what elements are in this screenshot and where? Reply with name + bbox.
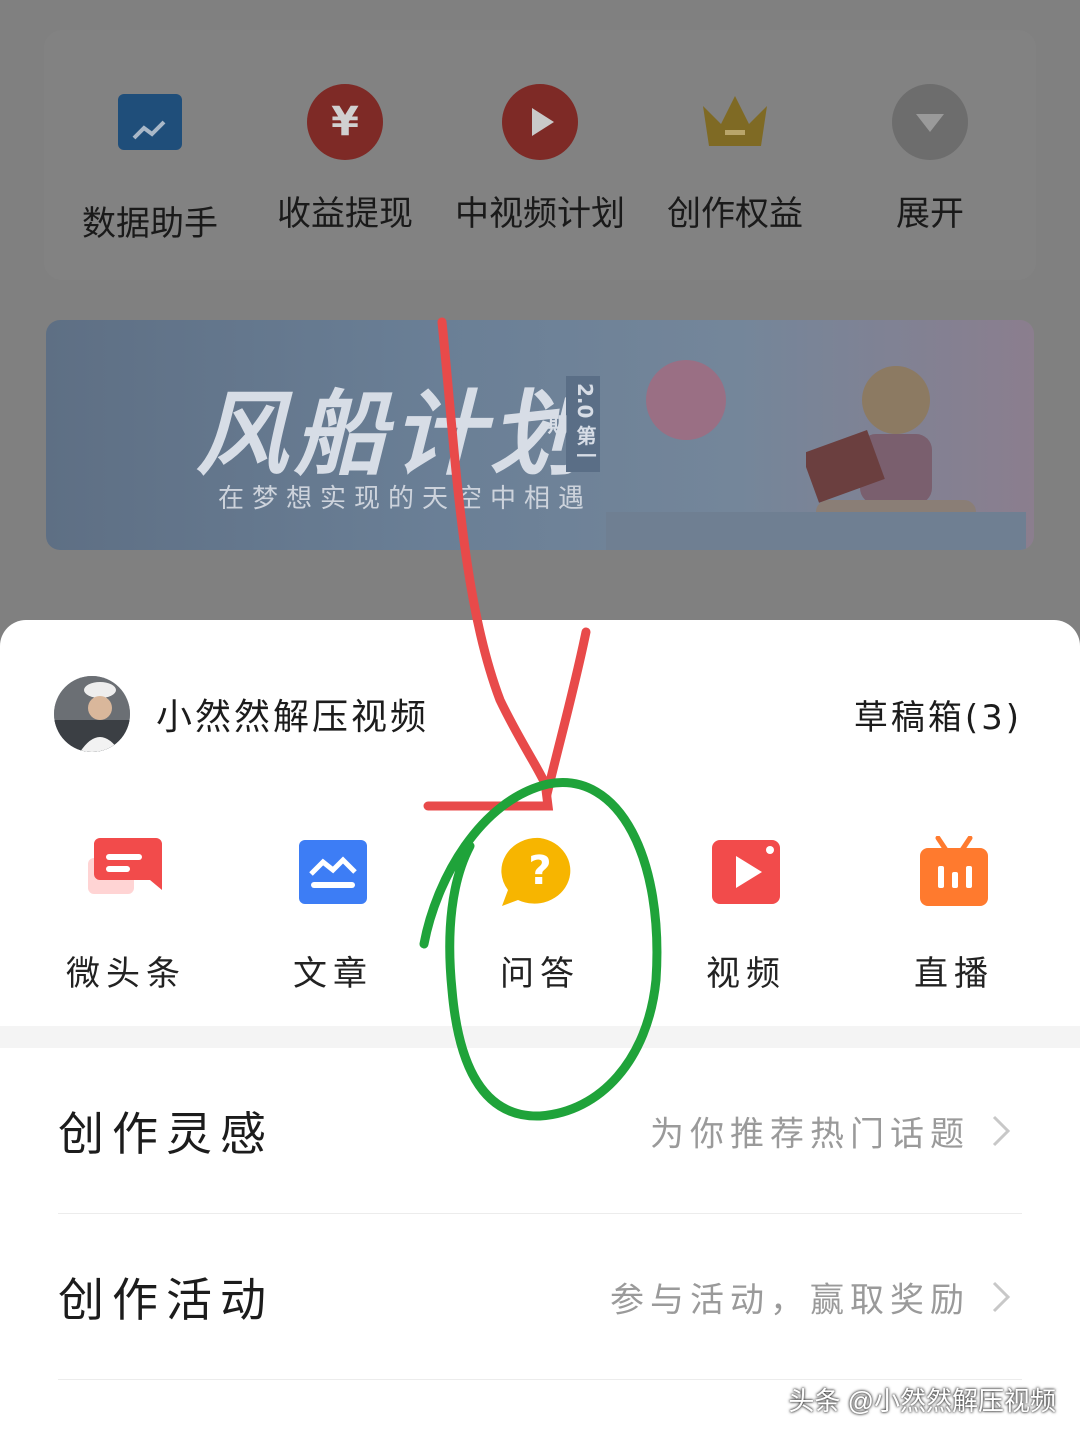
shortcut-label: 展开: [896, 194, 964, 234]
publish-label: 微头条: [66, 954, 186, 994]
section-divider: [0, 1026, 1080, 1048]
crown-icon: [697, 84, 773, 160]
publish-video[interactable]: 视频: [656, 836, 836, 995]
shortcut-label: 中视频计划: [455, 194, 625, 234]
banner-subtitle: 在梦想实现的天空中相遇: [218, 484, 593, 514]
publish-label: 视频: [706, 954, 786, 994]
shortcut-label: 创作权益: [667, 194, 803, 234]
video-play-icon: [706, 836, 786, 908]
shortcut-creator-rights[interactable]: 创作权益: [637, 84, 833, 235]
chevron-right-icon: [992, 1281, 1011, 1313]
article-icon: [293, 836, 373, 908]
row-creation-activities[interactable]: 创作活动 参与活动，赢取奖励: [0, 1214, 1080, 1380]
shortcut-label: 收益提现: [277, 194, 413, 234]
drafts-link[interactable]: 草稿箱(3): [854, 690, 1022, 739]
shortcut-earnings[interactable]: ¥ 收益提现: [247, 84, 443, 235]
watermark: 头条 @小然然解压视频: [788, 1386, 1056, 1416]
row-separator: [58, 1379, 1022, 1380]
yuan-icon: ¥: [307, 84, 383, 160]
publish-article[interactable]: 文章: [243, 836, 423, 995]
chart-icon: [112, 94, 188, 170]
row-creation-inspiration[interactable]: 创作灵感 为你推荐热门话题: [0, 1048, 1080, 1214]
publish-micro-post[interactable]: 微头条: [36, 836, 216, 995]
micro-post-icon: [86, 836, 166, 908]
chevron-right-icon: [992, 1115, 1011, 1147]
publish-live[interactable]: 直播: [864, 835, 1044, 995]
banner-issue: 2.0 第一期: [544, 376, 600, 472]
balloon-illustration: [646, 360, 726, 440]
shortcut-expand[interactable]: 展开: [832, 84, 1028, 235]
publish-label: 直播: [914, 954, 994, 994]
shortcut-label: 数据助手: [82, 204, 218, 244]
publish-label: 问答: [500, 954, 580, 994]
username[interactable]: 小然然解压视频: [156, 688, 429, 740]
shortcut-data-assistant[interactable]: 数据助手: [52, 84, 248, 245]
banner-title: 风船计划: [196, 381, 589, 488]
row-title: 创作活动: [58, 1273, 274, 1327]
avatar[interactable]: [54, 676, 130, 752]
row-hint: 为你推荐热门话题: [650, 1114, 970, 1155]
shortcut-video-plan[interactable]: 中视频计划: [442, 84, 638, 235]
live-tv-icon: [914, 835, 994, 908]
background-app: 数据助手 ¥ 收益提现 中视频计划 创作权益 展开 风船计划 2.0 第一期 在…: [0, 0, 1080, 640]
question-icon: ?: [500, 836, 580, 908]
building-illustration: [606, 512, 1026, 550]
publish-label: 文章: [293, 954, 373, 994]
chevron-down-icon: [892, 84, 968, 160]
row-hint: 参与活动，赢取奖励: [610, 1280, 970, 1321]
video-plan-icon: [502, 84, 578, 160]
row-title: 创作灵感: [58, 1107, 274, 1161]
svg-text:?: ?: [528, 848, 551, 894]
promo-banner[interactable]: 风船计划 2.0 第一期 在梦想实现的天空中相遇: [46, 320, 1034, 550]
publish-qa[interactable]: ? 问答: [450, 836, 630, 995]
